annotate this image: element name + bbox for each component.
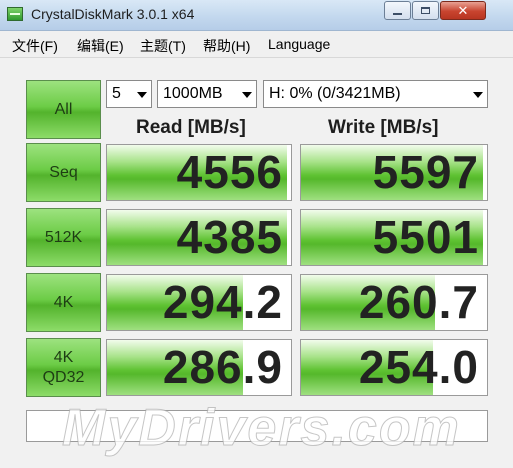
4k-read-result: 294.2 bbox=[106, 274, 292, 331]
write-column-header: Write [MB/s] bbox=[328, 117, 439, 138]
512k-read-value: 4385 bbox=[176, 211, 283, 263]
maximize-icon bbox=[421, 7, 430, 14]
runs-select[interactable]: 5 bbox=[106, 80, 152, 108]
menu-theme[interactable]: 主题(T) bbox=[140, 36, 186, 56]
seq-test-button[interactable]: Seq bbox=[26, 143, 101, 202]
drive-value: H: 0% (0/3421MB) bbox=[269, 85, 401, 102]
runs-value: 5 bbox=[112, 85, 121, 102]
menu-language[interactable]: Language bbox=[268, 36, 330, 52]
4k-qd32-write-result: 254.0 bbox=[300, 339, 488, 396]
4k-write-result: 260.7 bbox=[300, 274, 488, 331]
menu-file[interactable]: 文件(F) bbox=[12, 36, 58, 56]
seq-write-result: 5597 bbox=[300, 144, 488, 201]
4k-test-label: 4K bbox=[53, 293, 74, 311]
4k-read-value: 294.2 bbox=[162, 276, 283, 328]
seq-read-value: 4556 bbox=[176, 146, 283, 198]
512k-write-value: 5501 bbox=[372, 211, 479, 263]
all-button[interactable]: All bbox=[26, 80, 101, 139]
chevron-down-icon bbox=[473, 92, 483, 98]
minimize-icon bbox=[393, 12, 402, 15]
menu-bar: 文件(F) 编辑(E) 主题(T) 帮助(H) Language bbox=[0, 31, 513, 58]
size-select[interactable]: 1000MB bbox=[157, 80, 257, 108]
4k-write-value: 260.7 bbox=[358, 276, 479, 328]
seq-test-label: Seq bbox=[49, 163, 78, 181]
menu-help[interactable]: 帮助(H) bbox=[203, 36, 250, 56]
drive-select[interactable]: H: 0% (0/3421MB) bbox=[263, 80, 488, 108]
read-column-header: Read [MB/s] bbox=[136, 117, 246, 138]
menu-edit[interactable]: 编辑(E) bbox=[77, 36, 124, 56]
window-title: CrystalDiskMark 3.0.1 x64 bbox=[31, 6, 195, 22]
512k-test-label: 512K bbox=[44, 228, 83, 246]
4k-qd32-test-button[interactable]: 4K QD32 bbox=[26, 338, 101, 397]
title-bar: CrystalDiskMark 3.0.1 x64 ✕ bbox=[0, 0, 513, 31]
all-button-label: All bbox=[54, 100, 73, 118]
seq-read-result: 4556 bbox=[106, 144, 292, 201]
close-button[interactable]: ✕ bbox=[440, 1, 486, 20]
512k-test-button[interactable]: 512K bbox=[26, 208, 101, 267]
app-icon bbox=[7, 7, 23, 21]
chevron-down-icon bbox=[137, 92, 147, 98]
seq-write-value: 5597 bbox=[372, 146, 479, 198]
chevron-down-icon bbox=[242, 92, 252, 98]
4k-test-button[interactable]: 4K bbox=[26, 273, 101, 332]
4k-qd32-write-value: 254.0 bbox=[358, 341, 479, 393]
512k-write-result: 5501 bbox=[300, 209, 488, 266]
size-value: 1000MB bbox=[163, 85, 223, 102]
4k-qd32-read-value: 286.9 bbox=[162, 341, 283, 393]
minimize-button[interactable] bbox=[384, 1, 411, 20]
512k-read-result: 4385 bbox=[106, 209, 292, 266]
4k-qd32-test-label: 4K QD32 bbox=[42, 348, 85, 386]
4k-qd32-read-result: 286.9 bbox=[106, 339, 292, 396]
watermark: MyDrivers.com bbox=[62, 399, 461, 458]
maximize-button[interactable] bbox=[412, 1, 439, 20]
close-icon: ✕ bbox=[457, 2, 469, 18]
